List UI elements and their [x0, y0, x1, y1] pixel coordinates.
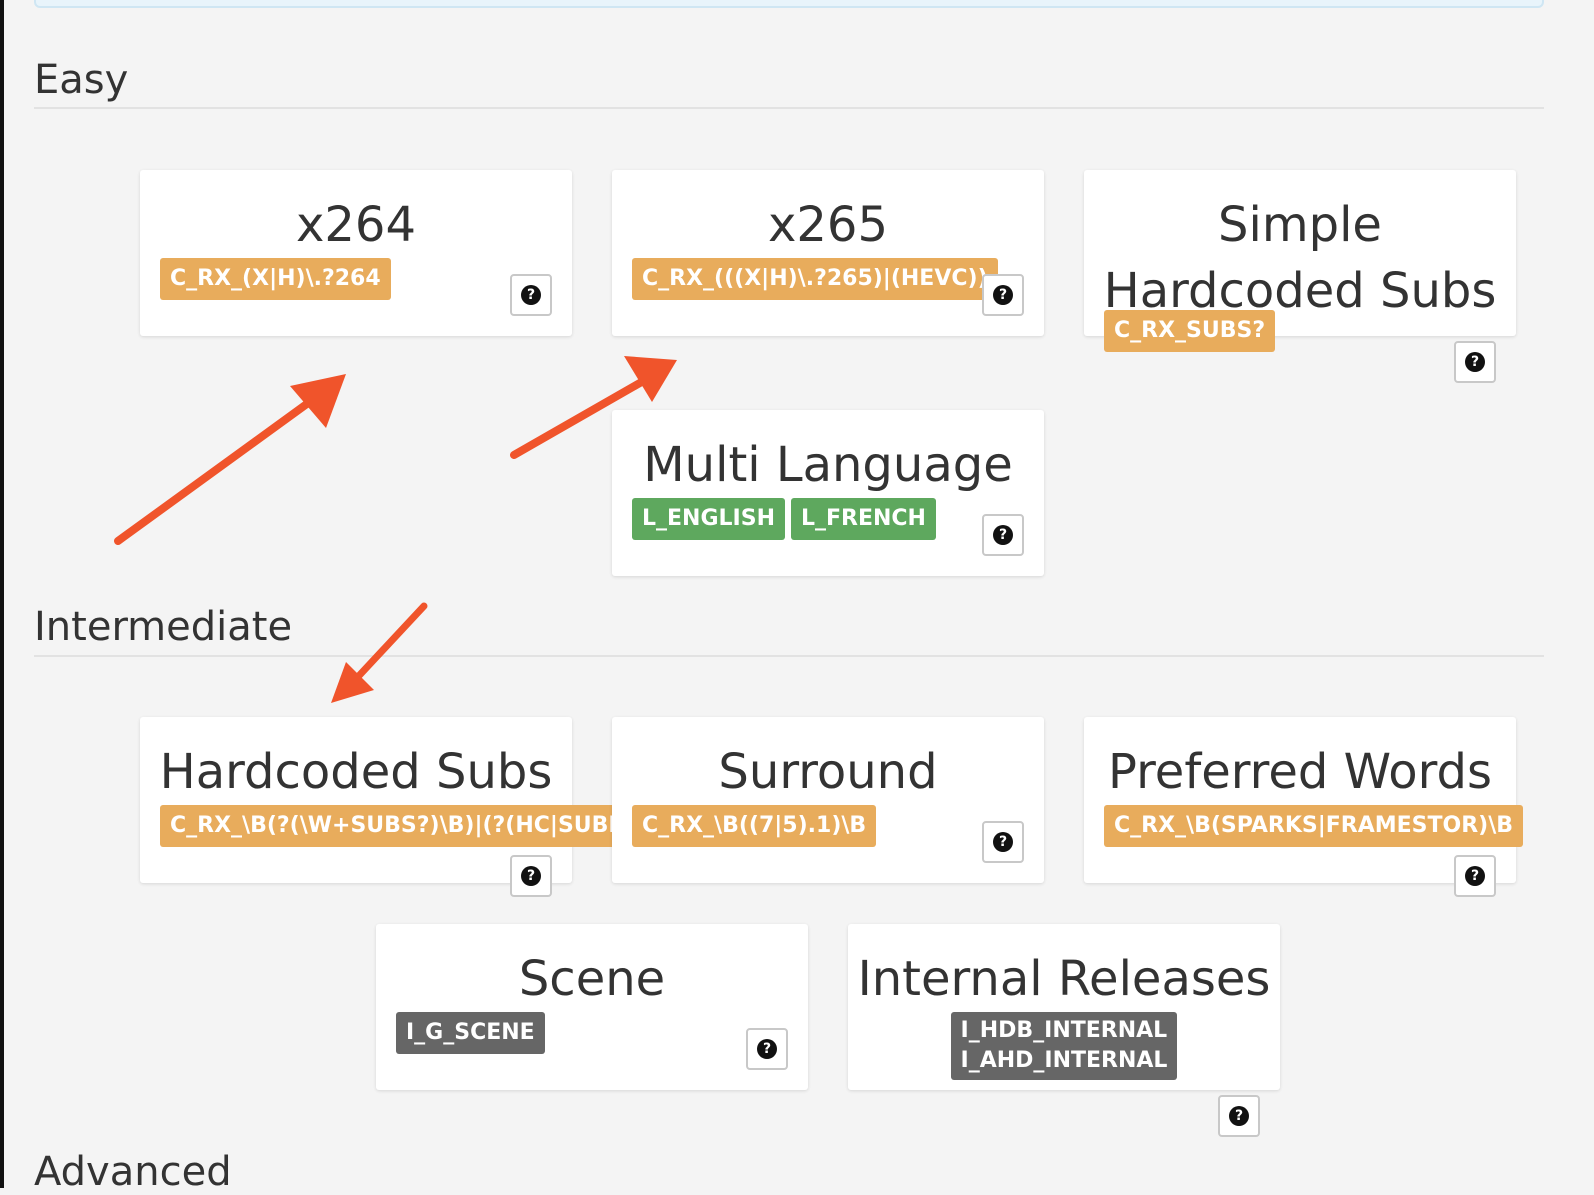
question-circle-icon: ? — [521, 866, 541, 886]
card-title: Surround — [718, 744, 938, 800]
card-title: x265 — [767, 197, 889, 253]
card-title: x264 — [295, 197, 417, 253]
profile-card-hardcoded-subs[interactable]: Hardcoded Subs C_RX_\B(?(\W+SUBS?)\B)|(?… — [140, 717, 612, 897]
indexer-tag: I_G_SCENE — [396, 1012, 545, 1054]
profile-card-preferred-words[interactable]: Preferred Words C_RX_\B(SPARKS|FRAMESTOR… — [1084, 717, 1524, 897]
info-banner — [34, 0, 1544, 8]
profile-card-x265[interactable]: x265 C_RX_(((X|H)\.?265)|(HEVC)) ? — [612, 170, 1044, 336]
profile-card-surround[interactable]: Surround C_RX_\B((7|5).1)\B ? — [612, 717, 1044, 883]
help-button[interactable]: ? — [982, 274, 1024, 316]
regex-tag: C_RX_(X|H)\.?264 — [160, 258, 391, 300]
card-title: Hardcoded Subs — [159, 744, 553, 800]
indexer-tag: I_AHD_INTERNAL — [960, 1048, 1168, 1073]
profile-card-multi-language[interactable]: Multi Language L_ENGLISH L_FRENCH ? — [612, 410, 1044, 576]
help-button[interactable]: ? — [746, 1028, 788, 1070]
help-button[interactable]: ? — [1454, 341, 1496, 383]
window-left-edge — [0, 0, 4, 1188]
question-circle-icon: ? — [1465, 352, 1485, 372]
question-circle-icon: ? — [993, 285, 1013, 305]
tag-list: I_HDB_INTERNAL I_AHD_INTERNAL — [848, 1012, 1280, 1080]
card-title: Preferred Words — [1108, 744, 1492, 800]
card-title: Internal Releases — [857, 951, 1271, 1007]
help-button[interactable]: ? — [1454, 855, 1496, 897]
tag-list: I_G_SCENE — [376, 1012, 808, 1054]
indexer-tag-group: I_HDB_INTERNAL I_AHD_INTERNAL — [950, 1012, 1178, 1080]
question-circle-icon: ? — [757, 1039, 777, 1059]
profile-card-scene[interactable]: Scene I_G_SCENE ? — [376, 924, 808, 1090]
profile-card-x264[interactable]: x264 C_RX_(X|H)\.?264 ? — [140, 170, 572, 336]
question-circle-icon: ? — [521, 285, 541, 305]
section-divider — [34, 107, 1544, 109]
section-title-easy: Easy — [34, 57, 129, 103]
indexer-tag: I_HDB_INTERNAL — [960, 1018, 1168, 1043]
card-title: Multi Language — [643, 437, 1013, 493]
question-circle-icon: ? — [993, 525, 1013, 545]
regex-tag: C_RX_SUBS? — [1104, 310, 1276, 352]
regex-tag: C_RX_\B((7|5).1)\B — [632, 805, 877, 847]
help-button[interactable]: ? — [510, 855, 552, 897]
section-title-advanced: Advanced — [34, 1149, 232, 1195]
help-button[interactable]: ? — [510, 274, 552, 316]
help-button[interactable]: ? — [1218, 1095, 1260, 1137]
regex-tag: C_RX_(((X|H)\.?265)|(HEVC)) — [632, 258, 998, 300]
question-circle-icon: ? — [1465, 866, 1485, 886]
help-button[interactable]: ? — [982, 514, 1024, 556]
section-divider — [34, 655, 1544, 657]
tag-list: C_RX_\B(SPARKS|FRAMESTOR)\B — [1084, 805, 1524, 847]
regex-tag: C_RX_\B(?(\W+SUBS?)\B)|(?(HC|SUBBED — [160, 805, 612, 847]
profile-card-internal-releases[interactable]: Internal Releases I_HDB_INTERNAL I_AHD_I… — [848, 924, 1280, 1137]
section-title-intermediate: Intermediate — [34, 604, 293, 650]
tag-list: L_ENGLISH L_FRENCH — [612, 498, 1044, 540]
arrow-to-x264 — [114, 374, 346, 545]
help-button[interactable]: ? — [982, 821, 1024, 863]
tag-list: C_RX_\B(?(\W+SUBS?)\B)|(?(HC|SUBBED — [140, 805, 612, 847]
question-circle-icon: ? — [1229, 1106, 1249, 1126]
question-circle-icon: ? — [993, 832, 1013, 852]
card-title: Scene — [518, 951, 666, 1007]
regex-tag: C_RX_\B(SPARKS|FRAMESTOR)\B — [1104, 805, 1524, 847]
card-title: Simple Hardcoded Subs — [1103, 197, 1497, 319]
profile-card-simple-hardcoded-subs[interactable]: Simple Hardcoded Subs C_RX_SUBS? ? — [1084, 170, 1516, 383]
tag-list: C_RX_(((X|H)\.?265)|(HEVC)) — [612, 258, 1044, 300]
tag-list: C_RX_\B((7|5).1)\B — [612, 805, 1044, 847]
tag-list: C_RX_(X|H)\.?264 — [140, 258, 572, 300]
language-tag: L_FRENCH — [790, 498, 936, 540]
language-tag: L_ENGLISH — [632, 498, 785, 540]
